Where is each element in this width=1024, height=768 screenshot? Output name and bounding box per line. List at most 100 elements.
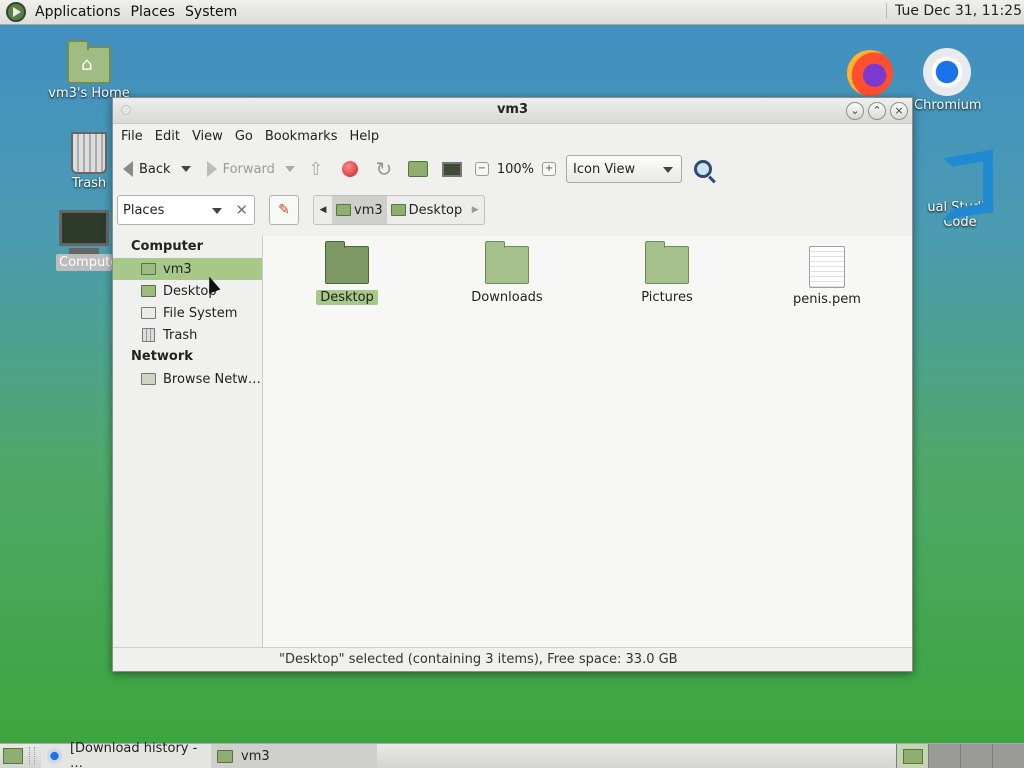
distro-logo-icon[interactable] [6, 2, 26, 22]
desktop-vscode-icon[interactable]: ual Studio Code [912, 152, 1008, 230]
sidebar-heading-computer: Computer [131, 239, 204, 254]
zoom-out-button[interactable]: − [474, 162, 489, 176]
sidebar-item-vm3[interactable]: vm3 [113, 258, 262, 280]
window-thumbnail-icon [902, 748, 923, 764]
desktop-folder-icon [390, 204, 406, 216]
pencil-icon: ✎ [278, 202, 290, 218]
desktop-computer-label: Compute [56, 254, 118, 271]
status-text: "Desktop" selected (containing 3 items),… [279, 652, 678, 667]
file-item-desktop[interactable]: Desktop [287, 241, 407, 305]
home-folder-icon [141, 263, 156, 275]
breadcrumb: ◀ vm3 Desktop ▶ [313, 195, 486, 225]
menu-go[interactable]: Go [229, 129, 259, 144]
sidebar-item-label: File System [163, 305, 238, 321]
chevron-down-icon [663, 167, 674, 173]
breadcrumb-desktop-label: Desktop [408, 202, 463, 218]
workspace-4[interactable] [992, 744, 1024, 768]
menu-bookmarks[interactable]: Bookmarks [259, 129, 344, 144]
text-file-icon [809, 246, 845, 288]
view-mode-label: Icon View [573, 161, 636, 177]
file-name: Desktop [316, 290, 378, 305]
up-arrow-icon[interactable]: ⇧ [305, 158, 327, 180]
workspace-3[interactable] [960, 744, 992, 768]
toolbar: Back Forward ⇧ ↻ − 100% + Icon View [113, 148, 912, 190]
breadcrumb-left-arrow-icon[interactable]: ◀ [314, 196, 332, 224]
taskbar-item-vm3[interactable]: vm3 [211, 744, 377, 768]
trash-icon [71, 132, 107, 174]
show-desktop-icon[interactable] [3, 748, 23, 764]
desktop-computer-icon[interactable]: Compute [56, 210, 118, 271]
back-arrow-icon [123, 161, 133, 177]
edit-location-button[interactable]: ✎ [269, 195, 299, 225]
file-name: Pictures [641, 290, 693, 305]
sidebar-heading-network: Network [131, 349, 193, 364]
home-button[interactable] [407, 158, 429, 180]
file-item-penis-pem[interactable]: penis.pem [767, 246, 887, 307]
taskbar-item-download-history[interactable]: [Download history - … [41, 741, 211, 768]
taskbar-item-label: [Download history - … [69, 741, 198, 768]
sidebar-item-file-system[interactable]: File System [113, 302, 262, 324]
sidebar-item-browse-network[interactable]: Browse Netw… [113, 368, 262, 390]
menu-edit[interactable]: Edit [149, 129, 186, 144]
view-mode-select[interactable]: Icon View [566, 155, 683, 183]
file-name: penis.pem [793, 292, 861, 307]
breadcrumb-desktop[interactable]: Desktop [387, 196, 467, 224]
file-item-pictures[interactable]: Pictures [607, 241, 727, 305]
stop-button[interactable] [339, 158, 361, 180]
menubar: File Edit View Go Bookmarks Help [113, 124, 912, 148]
workspace-1[interactable] [896, 744, 928, 768]
zoom-in-button[interactable]: + [542, 162, 557, 176]
file-manager-window: vm3 ⌄ ⌃ × File Edit View Go Bookmarks He… [112, 97, 913, 672]
file-view[interactable]: Desktop Downloads Pictures penis.pem [263, 236, 912, 648]
workspace-2[interactable] [928, 744, 960, 768]
desktop-chromium-icon[interactable]: Chromium [914, 48, 982, 113]
computer-button[interactable] [441, 158, 463, 180]
home-folder-icon [336, 204, 351, 216]
panel-separator [29, 747, 35, 765]
menu-view[interactable]: View [186, 129, 229, 144]
desktop-firefox-icon[interactable] [844, 50, 896, 98]
search-icon[interactable] [694, 160, 713, 178]
sidebar-item-label: Trash [163, 327, 198, 343]
stop-icon [341, 161, 358, 177]
breadcrumb-right-arrow-icon[interactable]: ▶ [466, 196, 484, 224]
back-label: Back [139, 161, 171, 177]
status-bar: "Desktop" selected (containing 3 items),… [113, 647, 912, 671]
menu-file[interactable]: File [115, 129, 149, 144]
menu-places[interactable]: Places [126, 4, 181, 20]
desktop-trash-label: Trash [71, 176, 107, 191]
places-select[interactable]: Places ✕ [117, 195, 255, 225]
zoom-level[interactable]: 100% [497, 162, 534, 177]
back-history-dropdown-icon[interactable] [180, 166, 191, 172]
taskbar-item-label: vm3 [241, 748, 270, 764]
window-title: vm3 [496, 102, 529, 117]
sidebar-item-trash[interactable]: Trash [113, 324, 262, 346]
back-button[interactable]: Back [119, 153, 195, 185]
chevron-down-icon [212, 208, 222, 214]
folder-icon [325, 241, 369, 284]
maximize-button[interactable]: ⌃ [868, 102, 886, 120]
clock[interactable]: Tue Dec 31, 11:25 [886, 3, 1022, 19]
trash-icon [142, 328, 155, 342]
desktop-trash-icon[interactable]: Trash [60, 132, 118, 191]
file-item-downloads[interactable]: Downloads [447, 241, 567, 305]
workspace-switcher [896, 744, 1024, 768]
forward-history-dropdown-icon[interactable] [284, 166, 295, 172]
menu-system[interactable]: System [180, 4, 242, 20]
desktop-home-icon[interactable]: vm3's Home [48, 40, 130, 101]
menu-help[interactable]: Help [343, 129, 385, 144]
menu-applications[interactable]: Applications [30, 4, 126, 20]
firefox-icon [847, 50, 893, 96]
sidebar-item-desktop[interactable]: Desktop [113, 280, 262, 302]
forward-button[interactable]: Forward [203, 153, 299, 185]
titlebar[interactable]: vm3 ⌄ ⌃ × [113, 98, 912, 124]
close-sidebar-icon[interactable]: ✕ [235, 201, 248, 219]
places-label: Places [123, 202, 165, 218]
close-button[interactable]: × [890, 102, 908, 120]
desktop-folder-icon [141, 285, 156, 297]
network-icon [141, 373, 156, 385]
minimize-button[interactable]: ⌄ [846, 102, 864, 120]
reload-icon[interactable]: ↻ [373, 157, 395, 181]
breadcrumb-vm3[interactable]: vm3 [332, 196, 387, 224]
folder-icon [645, 241, 689, 284]
